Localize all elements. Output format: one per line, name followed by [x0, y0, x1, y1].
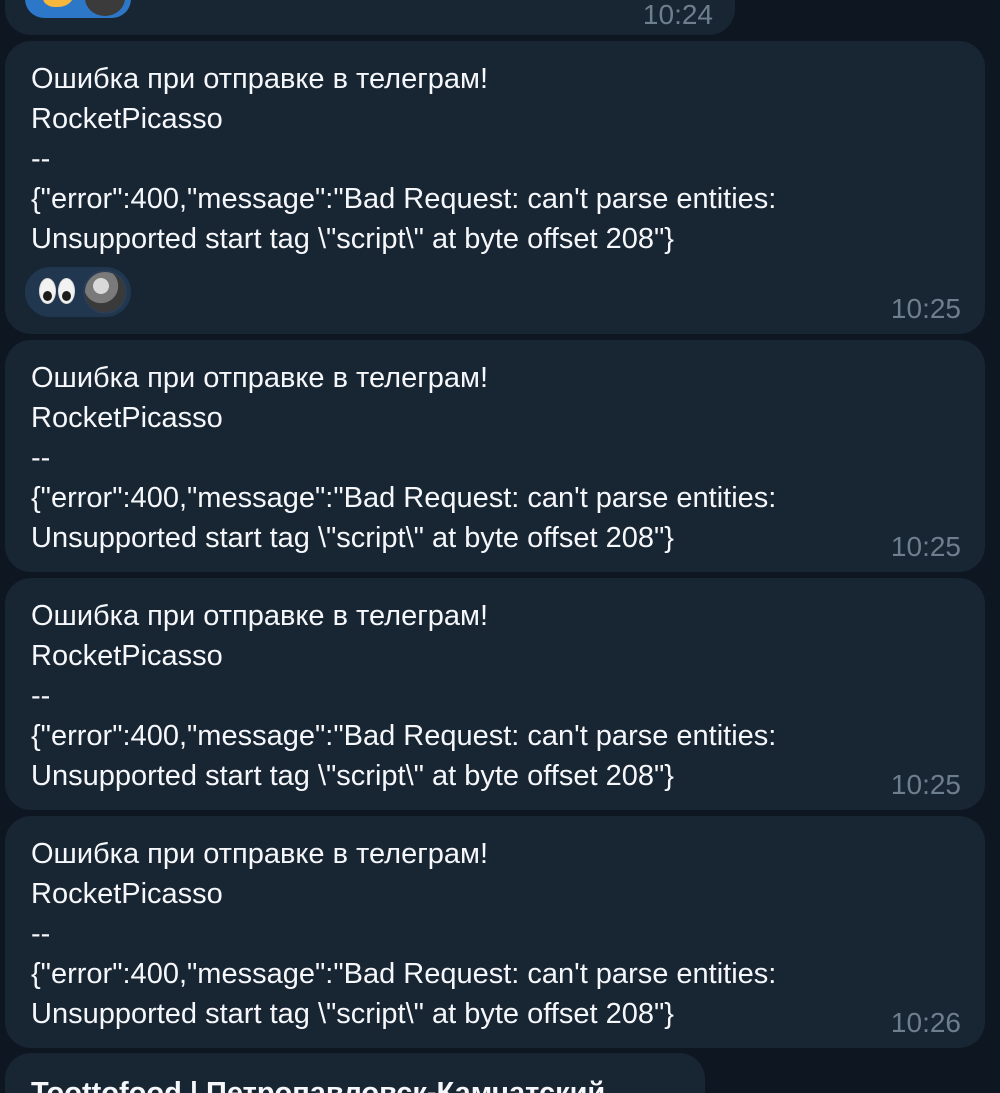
message-text: Ошибка при отправке в телеграм! RocketPi… — [31, 63, 777, 255]
message-bubble[interactable]: Ошибка при отправке в телеграм! RocketPi… — [5, 340, 985, 572]
message-text: Ошибка при отправке в телеграм! RocketPi… — [31, 600, 777, 792]
message-text: Ошибка при отправке в телеграм! RocketPi… — [31, 362, 777, 554]
message-time: 10:25 — [890, 769, 961, 800]
message-time: 10:24 — [642, 0, 713, 30]
clapping-hands-icon — [43, 0, 73, 7]
message-time: 10:26 — [890, 1007, 961, 1038]
message-bubble[interactable]: Toottofood | Петропавловск-Камчатский — [5, 1053, 705, 1093]
reactor-avatar — [83, 270, 127, 314]
message-time: 10:25 — [890, 531, 961, 562]
message-time: 10:25 — [890, 293, 961, 324]
reaction-pill[interactable] — [25, 267, 131, 317]
message-bubble[interactable]: Ошибка при отправке в телеграм! RocketPi… — [5, 41, 985, 334]
reactor-avatar — [83, 0, 127, 18]
message-bubble[interactable]: Ошибка при отправке в телеграм! RocketPi… — [5, 816, 985, 1048]
eyes-icon — [39, 278, 77, 306]
chat-message-list[interactable]: 10:24 Ошибка при отправке в телеграм! Ro… — [0, 0, 1000, 1093]
message-bubble[interactable]: 10:24 — [5, 0, 735, 35]
reaction-pill[interactable] — [25, 0, 131, 18]
message-bubble[interactable]: Ошибка при отправке в телеграм! RocketPi… — [5, 578, 985, 810]
message-text: Ошибка при отправке в телеграм! RocketPi… — [31, 838, 777, 1030]
sender-name: Toottofood | Петропавловск-Камчатский — [31, 1077, 606, 1093]
